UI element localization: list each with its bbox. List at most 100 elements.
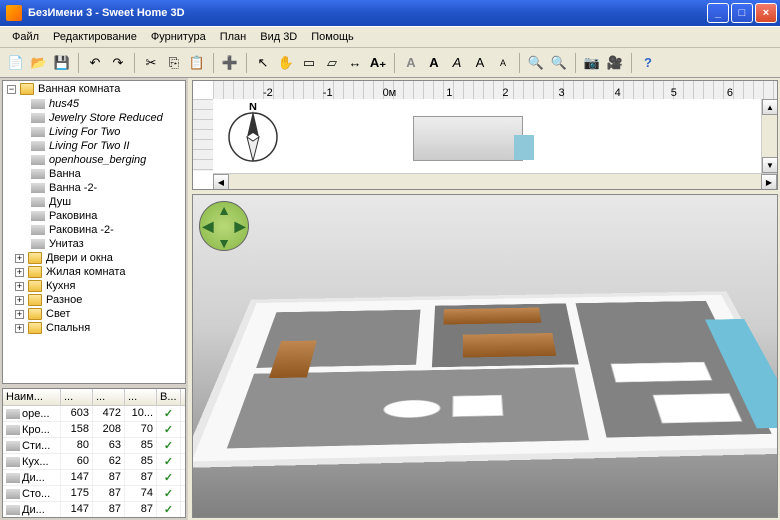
scroll-right-icon[interactable]: ▶ (761, 174, 777, 190)
tree-item[interactable]: Living For Two (3, 125, 185, 139)
menu-file[interactable]: Файл (6, 29, 45, 45)
zoom-out-icon[interactable]: 🔍 (549, 53, 569, 73)
tree-root[interactable]: − Ванная комната (3, 81, 185, 97)
tree-item[interactable]: Ванна (3, 167, 185, 181)
scroll-down-icon[interactable]: ▼ (762, 157, 778, 173)
scroll-up-icon[interactable]: ▲ (762, 99, 778, 115)
furniture-table[interactable]: Наим... ... ... ... В... оре...60347210.… (2, 388, 186, 518)
table-row[interactable]: Сто...1758774✓ (3, 486, 185, 502)
cell-visible[interactable]: ✓ (157, 406, 181, 421)
th-name[interactable]: Наим... (3, 389, 61, 405)
tree-item[interactable]: hus45 (3, 97, 185, 111)
menu-help[interactable]: Помощь (305, 29, 360, 45)
scroll-left-icon[interactable]: ◀ (213, 174, 229, 190)
furniture-tree[interactable]: − Ванная комната hus45Jewelry Store Redu… (2, 80, 186, 384)
cell-visible[interactable]: ✓ (157, 486, 181, 501)
plan-thumbnail[interactable] (413, 116, 523, 161)
tree-category[interactable]: +Двери и окна (3, 251, 185, 265)
expand-icon[interactable]: + (15, 296, 24, 305)
close-button[interactable]: × (755, 3, 777, 23)
menu-edit[interactable]: Редактирование (47, 29, 143, 45)
maximize-button[interactable]: □ (731, 3, 753, 23)
cell-visible[interactable]: ✓ (157, 454, 181, 469)
copy-icon[interactable]: ⎘ (164, 53, 184, 73)
zoom-in-icon[interactable]: 🔍 (526, 53, 546, 73)
tree-category[interactable]: +Свет (3, 307, 185, 321)
tree-category[interactable]: +Жилая комната (3, 265, 185, 279)
table-header[interactable]: Наим... ... ... ... В... (3, 389, 185, 406)
tree-category[interactable]: +Спальня (3, 321, 185, 335)
video-icon[interactable]: 🎥 (605, 53, 625, 73)
tree-item[interactable]: Раковина (3, 209, 185, 223)
tree-item[interactable]: Jewelry Store Reduced (3, 111, 185, 125)
expand-icon[interactable]: + (15, 254, 24, 263)
view-3d[interactable]: ▲ ◀▶ ▼ (192, 194, 778, 518)
add-furniture-icon[interactable]: ➕ (220, 53, 240, 73)
text2-icon[interactable]: A (401, 53, 421, 73)
tree-item[interactable]: openhouse_berging (3, 153, 185, 167)
nav-left-icon[interactable]: ◀ (200, 218, 216, 235)
save-icon[interactable]: 💾 (52, 53, 72, 73)
tree-category[interactable]: +Кухня (3, 279, 185, 293)
menu-plan[interactable]: План (214, 29, 253, 45)
tree-item[interactable]: Ванна -2- (3, 181, 185, 195)
cell-visible[interactable]: ✓ (157, 422, 181, 437)
table-row[interactable]: Кро...15820870✓ (3, 422, 185, 438)
plan-2d-view[interactable]: -2-10м123456 N ▲ ▼ ◀ ▶ (192, 80, 778, 190)
italic-icon[interactable]: A (447, 53, 467, 73)
tree-category[interactable]: +Разное (3, 293, 185, 307)
expand-icon[interactable]: + (15, 310, 24, 319)
th-vis[interactable]: В... (157, 389, 181, 405)
plan-hscrollbar[interactable]: ◀ ▶ (213, 173, 777, 189)
expand-icon[interactable]: + (15, 268, 24, 277)
cell-c1: 603 (61, 406, 93, 421)
tree-item[interactable]: Раковина -2- (3, 223, 185, 237)
tree-item[interactable]: Living For Two II (3, 139, 185, 153)
cell-c2: 208 (93, 422, 125, 437)
cell-visible[interactable]: ✓ (157, 502, 181, 517)
th-c2[interactable]: ... (93, 389, 125, 405)
photo-icon[interactable]: 📷 (582, 53, 602, 73)
bold-icon[interactable]: A (424, 53, 444, 73)
tree-item[interactable]: Душ (3, 195, 185, 209)
cell-c3: 85 (125, 454, 157, 469)
cell-name: Сти... (22, 440, 50, 452)
dimension-icon[interactable]: ↔ (345, 53, 365, 73)
select-icon[interactable]: ↖ (253, 53, 273, 73)
th-c1[interactable]: ... (61, 389, 93, 405)
table-row[interactable]: Сти...806385✓ (3, 438, 185, 454)
compass-icon[interactable]: N (223, 103, 283, 163)
pan-icon[interactable]: ✋ (276, 53, 296, 73)
expand-icon[interactable]: + (15, 324, 24, 333)
new-icon[interactable]: 📄 (6, 53, 26, 73)
menu-furniture[interactable]: Фурнитура (145, 29, 212, 45)
plan-vscrollbar[interactable]: ▲ ▼ (761, 99, 777, 173)
th-c3[interactable]: ... (125, 389, 157, 405)
tree-item[interactable]: Унитаз (3, 237, 185, 251)
cell-visible[interactable]: ✓ (157, 438, 181, 453)
open-icon[interactable]: 📂 (29, 53, 49, 73)
fontsize-up-icon[interactable]: A (470, 53, 490, 73)
table-row[interactable]: Кух...606285✓ (3, 454, 185, 470)
text-icon[interactable]: A₊ (368, 53, 388, 73)
cell-c2: 63 (93, 438, 125, 453)
table-row[interactable]: оре...60347210...✓ (3, 406, 185, 422)
undo-icon[interactable]: ↶ (85, 53, 105, 73)
collapse-icon[interactable]: − (7, 85, 16, 94)
cut-icon[interactable]: ✂ (141, 53, 161, 73)
cell-name: Ди... (22, 472, 45, 484)
minimize-button[interactable]: _ (707, 3, 729, 23)
cell-visible[interactable]: ✓ (157, 470, 181, 485)
redo-icon[interactable]: ↷ (108, 53, 128, 73)
nav-up-icon[interactable]: ▲ (216, 202, 232, 218)
expand-icon[interactable]: + (15, 282, 24, 291)
cell-name: Сто... (22, 488, 50, 500)
paste-icon[interactable]: 📋 (187, 53, 207, 73)
wall-icon[interactable]: ▭ (299, 53, 319, 73)
help-icon[interactable]: ? (638, 53, 658, 73)
table-row[interactable]: Ди...1478787✓ (3, 470, 185, 486)
table-row[interactable]: Ди...1478787✓ (3, 502, 185, 518)
room-icon[interactable]: ▱ (322, 53, 342, 73)
fontsize-dn-icon[interactable]: A (493, 53, 513, 73)
menu-3dview[interactable]: Вид 3D (254, 29, 303, 45)
